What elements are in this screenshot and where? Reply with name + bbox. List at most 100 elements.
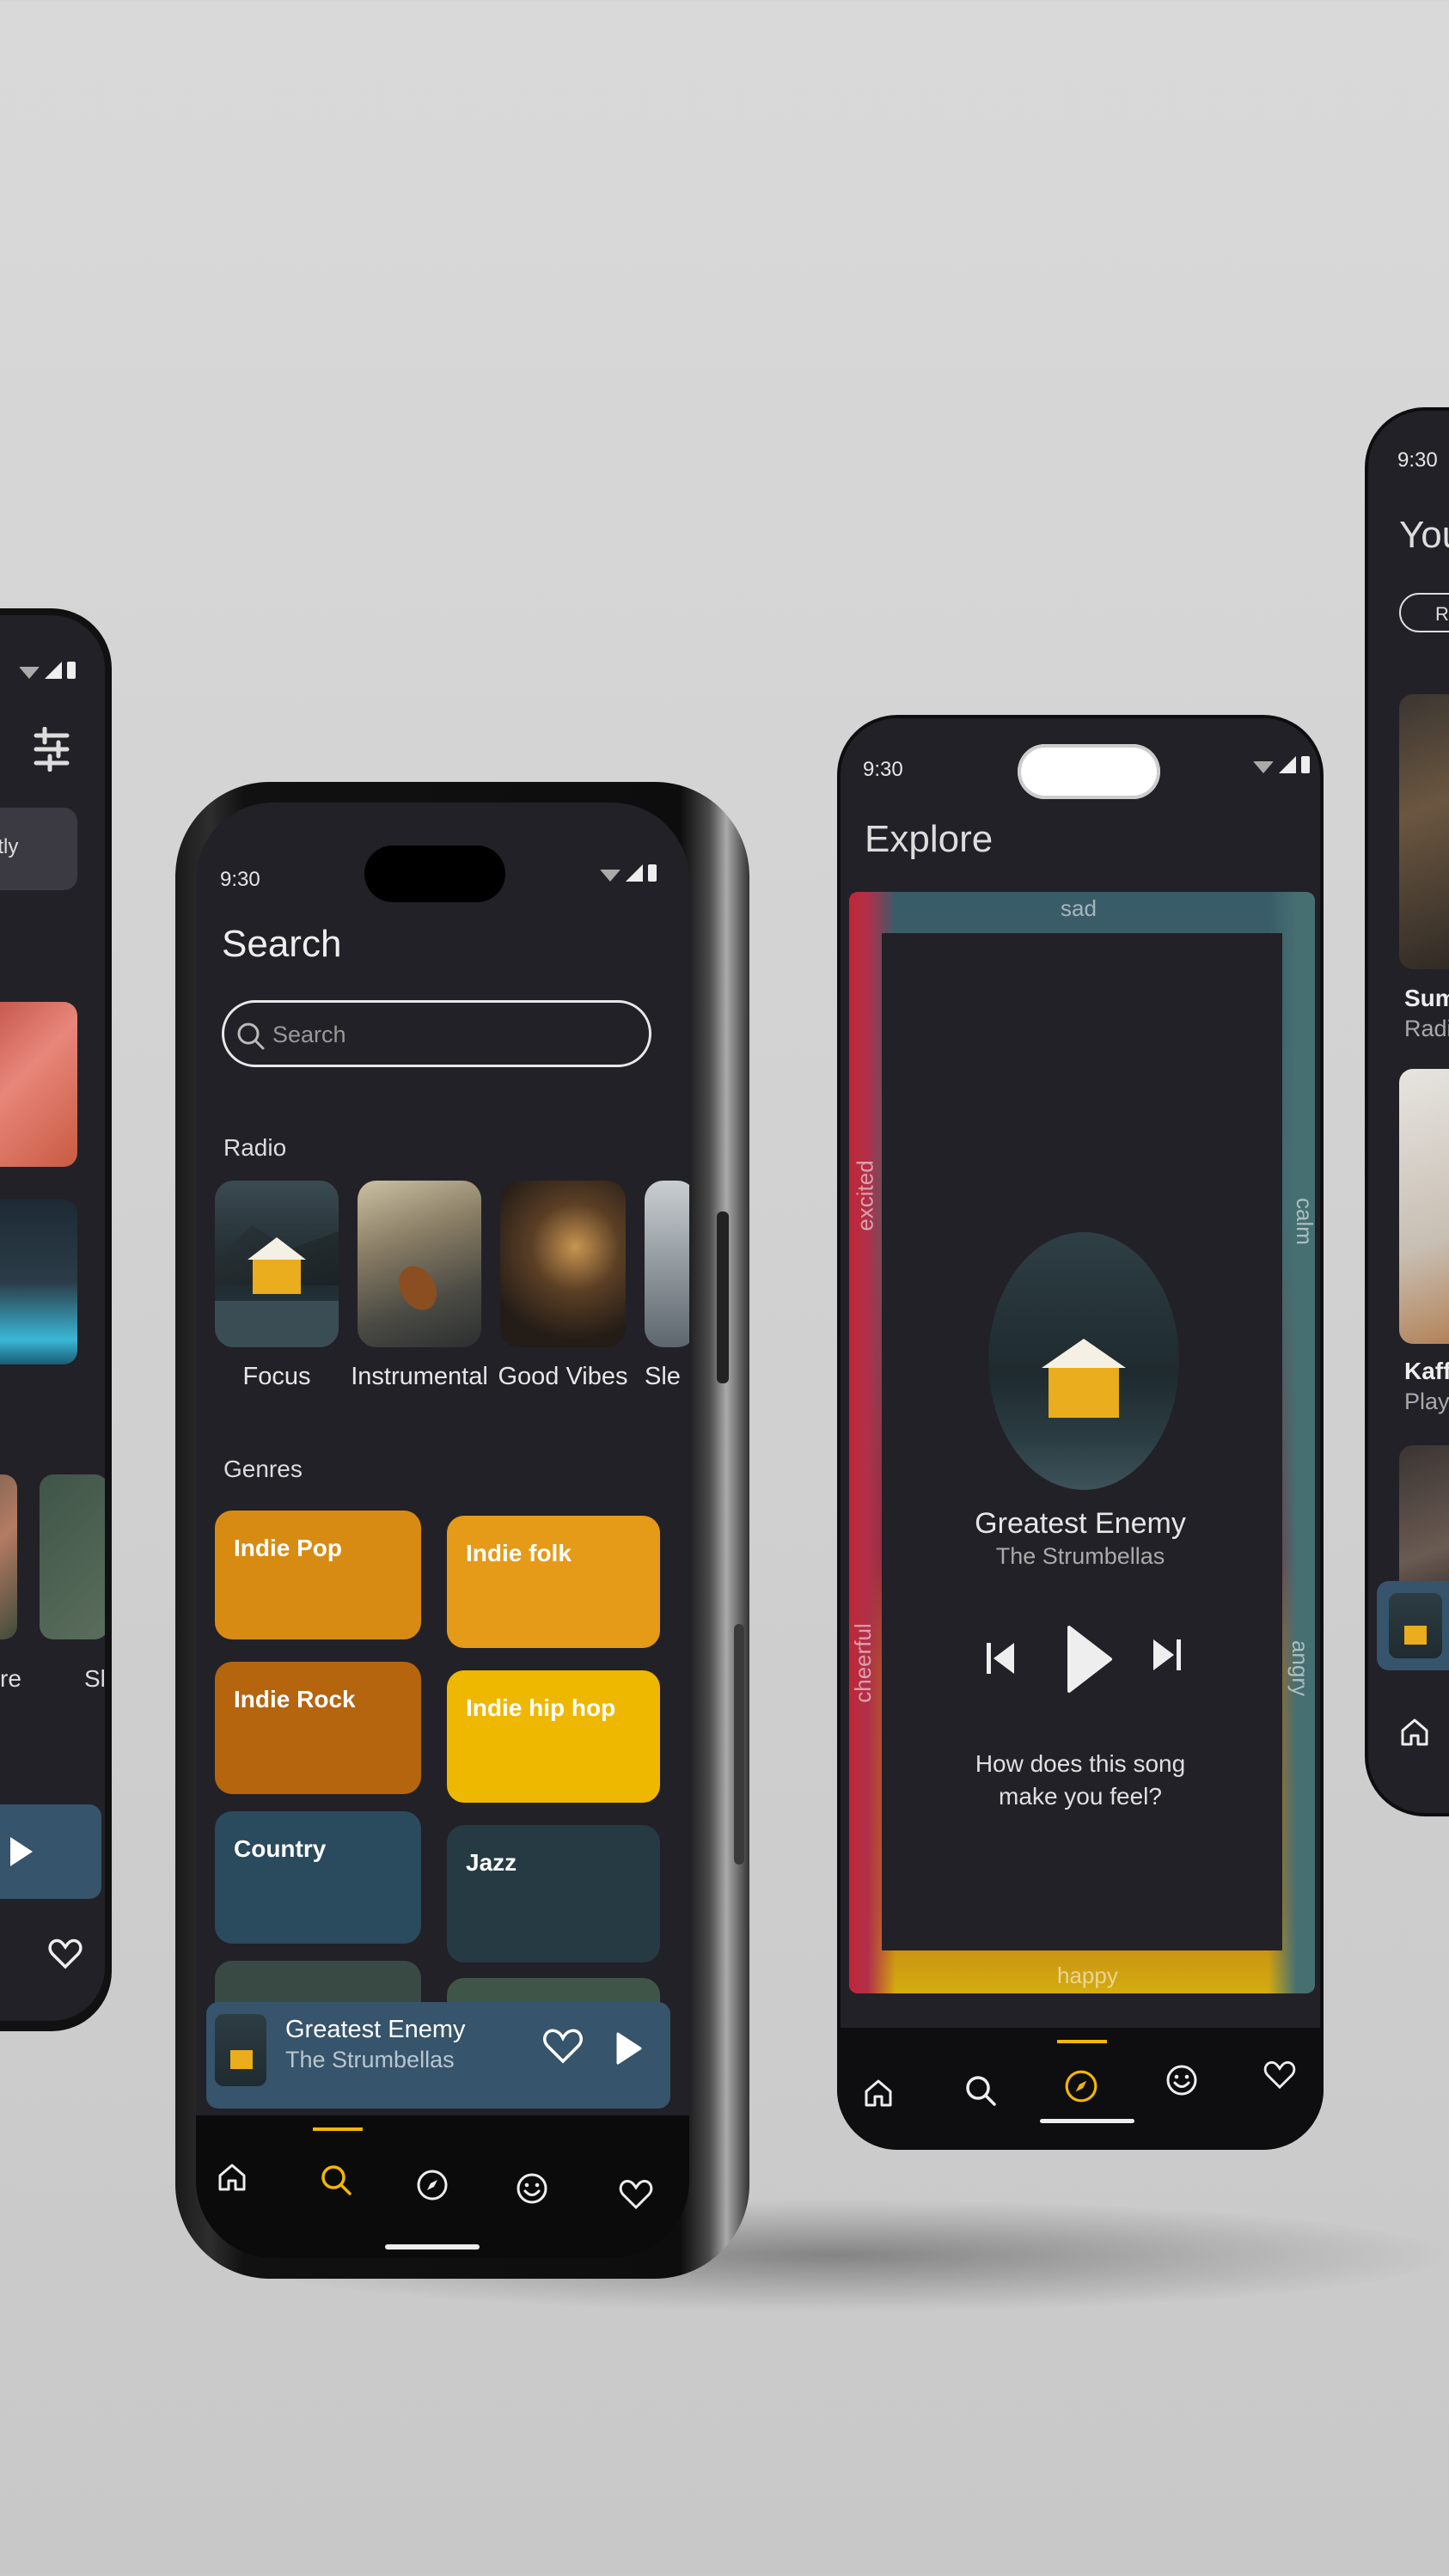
radio-label-focus: Focus bbox=[242, 1363, 311, 1390]
genre-label: Country bbox=[234, 1835, 327, 1862]
page-title: Search bbox=[222, 923, 342, 965]
bottom-nav bbox=[196, 2115, 689, 2258]
mood-calm[interactable]: calm bbox=[1291, 1198, 1318, 1245]
compass-icon[interactable] bbox=[1064, 2069, 1098, 2103]
mini-player[interactable]: Greatest Enemy The Strumbellas bbox=[206, 2002, 670, 2109]
play-icon[interactable] bbox=[615, 2031, 643, 2066]
house-roof bbox=[248, 1237, 306, 1260]
radio-art[interactable] bbox=[0, 1474, 17, 1639]
guitar-image bbox=[391, 1259, 444, 1317]
radio-label-instrumental: Instrumental bbox=[351, 1363, 488, 1390]
heart-icon[interactable] bbox=[1263, 2060, 1296, 2090]
genres-heading: Genres bbox=[223, 1456, 303, 1482]
genre-indie-hiphop[interactable]: Indie hip hop bbox=[447, 1670, 660, 1803]
song-title: Greatest Enemy bbox=[975, 1507, 1186, 1540]
playlist-art[interactable] bbox=[1399, 694, 1449, 969]
left-phone-screen: ntly re Slo bbox=[0, 615, 105, 2021]
home-icon[interactable] bbox=[1399, 1717, 1430, 1748]
play-icon[interactable] bbox=[1066, 1624, 1114, 1694]
smile-icon[interactable] bbox=[1165, 2064, 1198, 2097]
radio-focus[interactable] bbox=[215, 1181, 339, 1347]
status-time: 9:30 bbox=[220, 868, 260, 891]
heart-icon[interactable] bbox=[619, 2179, 653, 2210]
search-icon[interactable] bbox=[320, 2164, 352, 2196]
filter-chip-label: Ra bbox=[1435, 603, 1449, 625]
house-image bbox=[230, 2050, 253, 2069]
play-icon[interactable] bbox=[9, 1835, 34, 1868]
radio-label: re bbox=[0, 1665, 21, 1692]
dynamic-island bbox=[1018, 744, 1160, 799]
page-title: You bbox=[1399, 514, 1449, 556]
side-button bbox=[734, 1624, 744, 1865]
mini-player-artist: The Strumbellas bbox=[285, 2047, 455, 2072]
mood-angry[interactable]: angry bbox=[1287, 1640, 1313, 1696]
heart-icon[interactable] bbox=[543, 2028, 583, 2064]
mini-player-title: Greatest Enemy bbox=[285, 2016, 466, 2043]
side-button bbox=[717, 1212, 729, 1383]
radio-instrumental[interactable] bbox=[358, 1181, 481, 1347]
smile-icon[interactable] bbox=[516, 2172, 548, 2205]
battery-icon bbox=[67, 662, 76, 679]
genre-label: Indie Pop bbox=[234, 1535, 342, 1561]
home-indicator bbox=[385, 2244, 480, 2249]
genre-country[interactable]: Country bbox=[215, 1811, 421, 1944]
playlist-title: Sum bbox=[1404, 985, 1449, 1011]
house-roof bbox=[1042, 1339, 1126, 1368]
next-icon[interactable] bbox=[1152, 1638, 1183, 1672]
water-image bbox=[215, 1301, 339, 1347]
cellular-icon bbox=[45, 662, 62, 679]
battery-icon bbox=[1301, 756, 1310, 773]
wifi-icon bbox=[1253, 761, 1274, 773]
mood-happy[interactable]: happy bbox=[1057, 1963, 1118, 1989]
previous-icon[interactable] bbox=[985, 1641, 1016, 1676]
status-icons bbox=[19, 662, 76, 679]
search-phone: 9:30 Search Search Radio Focus Instrumen… bbox=[175, 782, 749, 2279]
search-icon bbox=[237, 1022, 265, 1050]
search-placeholder: Search bbox=[272, 1022, 346, 1047]
radio-art[interactable] bbox=[40, 1474, 105, 1639]
bottom-nav bbox=[837, 2028, 1324, 2150]
explore-screen: 9:30 Explore sad excited calm cheerful a… bbox=[841, 718, 1320, 2060]
mood-prompt: How does this song make you feel? bbox=[975, 1750, 1186, 1810]
mini-player[interactable] bbox=[1377, 1581, 1449, 1670]
radio-sleep[interactable] bbox=[645, 1181, 689, 1347]
genre-indie-pop[interactable]: Indie Pop bbox=[215, 1511, 421, 1639]
filter-chip-label: ntly bbox=[0, 835, 19, 858]
filter-chip[interactable]: Ra bbox=[1399, 593, 1449, 632]
home-indicator bbox=[1040, 2119, 1134, 2123]
active-tab-indicator bbox=[1057, 2040, 1107, 2043]
genre-indie-folk[interactable]: Indie folk bbox=[447, 1516, 660, 1648]
genre-jazz[interactable]: Jazz bbox=[447, 1825, 660, 1963]
genre-indie-rock[interactable]: Indie Rock bbox=[215, 1662, 421, 1794]
mini-player-art bbox=[1389, 1593, 1442, 1658]
playlist-art[interactable] bbox=[1399, 1069, 1449, 1344]
mini-player[interactable] bbox=[0, 1804, 101, 1899]
filter-chip[interactable]: ntly bbox=[0, 808, 77, 890]
heart-icon[interactable] bbox=[48, 1938, 83, 1969]
right-phone-screen: 9:30 You Ra Sum Radi Kaff Play bbox=[1368, 411, 1449, 1813]
search-input[interactable]: Search bbox=[222, 1000, 651, 1067]
radio-label: Slo bbox=[84, 1665, 105, 1692]
search-icon[interactable] bbox=[964, 2074, 997, 2107]
compass-icon[interactable] bbox=[416, 2169, 449, 2201]
home-icon[interactable] bbox=[217, 2162, 248, 2193]
filter-icon[interactable] bbox=[33, 727, 70, 772]
home-icon[interactable] bbox=[863, 2078, 894, 2109]
active-tab-indicator bbox=[313, 2127, 363, 2131]
mood-excited[interactable]: excited bbox=[853, 1160, 879, 1230]
album-art[interactable] bbox=[0, 1199, 77, 1364]
genre-label: Indie hip hop bbox=[466, 1694, 616, 1721]
mood-sad[interactable]: sad bbox=[1061, 895, 1097, 922]
mood-cheerful[interactable]: cheerful bbox=[850, 1623, 877, 1703]
album-art[interactable] bbox=[0, 1002, 77, 1167]
status-icons bbox=[1253, 756, 1310, 773]
mini-player-art bbox=[215, 2014, 266, 2086]
radio-label-good-vibes: Good Vibes bbox=[498, 1363, 628, 1390]
radio-good-vibes[interactable] bbox=[500, 1181, 626, 1347]
house-image bbox=[1404, 1626, 1427, 1645]
wifi-icon bbox=[19, 667, 40, 679]
genre-label: Indie folk bbox=[466, 1540, 572, 1566]
status-time: 9:30 bbox=[863, 758, 903, 781]
dynamic-island bbox=[364, 845, 505, 902]
wifi-icon bbox=[600, 870, 621, 882]
